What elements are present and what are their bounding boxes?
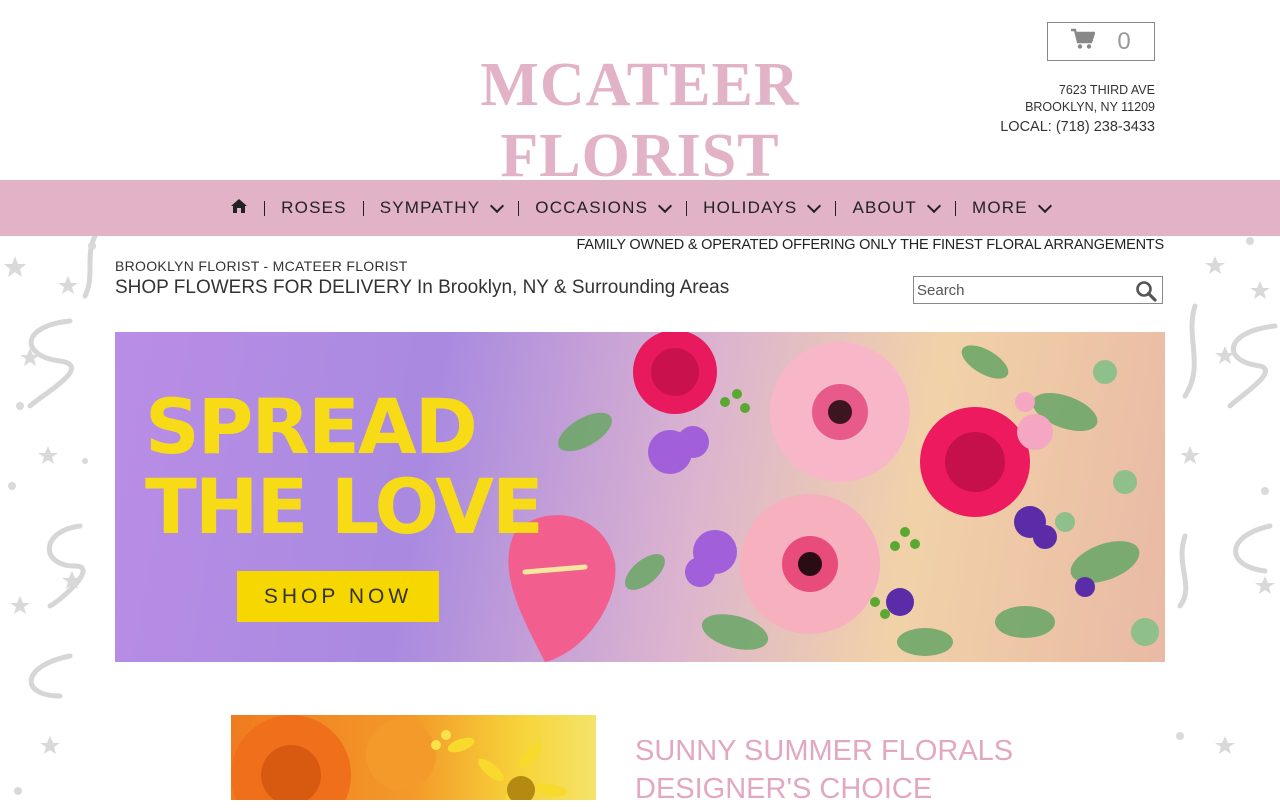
right-confetti-background: [1165, 236, 1280, 800]
search-input[interactable]: [914, 277, 1135, 303]
shop-now-button[interactable]: SHOP NOW: [237, 571, 439, 622]
nav-roses[interactable]: ROSES: [265, 198, 363, 218]
chevron-down-icon: [807, 198, 822, 213]
cart-button[interactable]: 0: [1047, 22, 1155, 61]
nav-label: OCCASIONS: [535, 198, 649, 217]
sunny-bouquet-image: [231, 715, 567, 800]
nav-label: MORE: [972, 198, 1028, 217]
product-title[interactable]: SUNNY SUMMER FLORALS DESIGNER'S CHOICE: [635, 732, 1013, 808]
product-title-line-1: SUNNY SUMMER FLORALS: [635, 735, 1014, 767]
shop-address: 7623 THIRD AVE BROOKLYN, NY 11209 LOCAL:…: [1000, 82, 1155, 137]
site-header: MCATEER FLORIST 0 7623 THIRD AVE BROOKLY…: [0, 0, 1280, 190]
tagline: FAMILY OWNED & OPERATED OFFERING ONLY TH…: [576, 237, 1165, 253]
site-logo[interactable]: MCATEER FLORIST: [340, 50, 940, 192]
banner-line-1: SPREAD: [145, 382, 478, 471]
address-street: 7623 THIRD AVE: [1058, 83, 1155, 97]
search-box: [913, 276, 1163, 304]
nav-occasions[interactable]: OCCASIONS: [519, 198, 686, 218]
chevron-down-icon: [1037, 198, 1052, 213]
nav-about[interactable]: ABOUT: [836, 198, 955, 218]
nav-label: SYMPATHY: [379, 198, 481, 217]
hero-banner[interactable]: SPREAD THE LOVE SHOP NOW: [115, 332, 1165, 662]
product-title-line-2: DESIGNER'S CHOICE: [635, 773, 933, 805]
main-nav: ROSES SYMPATHY OCCASIONS HOLIDAYS ABOUT …: [0, 180, 1280, 236]
banner-headline: SPREAD THE LOVE: [145, 382, 544, 551]
search-icon[interactable]: [1135, 280, 1157, 307]
nav-label: HOLIDAYS: [703, 198, 798, 217]
nav-label: ABOUT: [852, 198, 917, 217]
nav-sympathy[interactable]: SYMPATHY: [364, 198, 519, 218]
chevron-down-icon: [490, 198, 505, 213]
chevron-down-icon: [926, 198, 942, 213]
nav-holidays[interactable]: HOLIDAYS: [687, 198, 835, 218]
shopping-cart-icon: [1071, 28, 1096, 55]
nav-more[interactable]: MORE: [956, 198, 1066, 218]
cart-count: 0: [1117, 27, 1131, 55]
nav-label: ROSES: [281, 198, 347, 217]
phone-number[interactable]: LOCAL: (718) 238-3433: [1000, 117, 1155, 137]
chevron-down-icon: [658, 198, 673, 213]
breadcrumb: BROOKLYN FLORIST - MCATEER FLORIST: [115, 258, 408, 274]
address-city: BROOKLYN, NY 11209: [1025, 100, 1155, 114]
flower-bouquet-image: [508, 332, 1159, 662]
left-confetti-background: [0, 236, 105, 800]
home-icon: [230, 198, 248, 219]
nav-home[interactable]: [214, 198, 264, 219]
banner-line-2: THE LOVE: [145, 462, 544, 551]
product-image[interactable]: [231, 715, 596, 800]
page-headline: SHOP FLOWERS FOR DELIVERY In Brooklyn, N…: [115, 277, 730, 298]
